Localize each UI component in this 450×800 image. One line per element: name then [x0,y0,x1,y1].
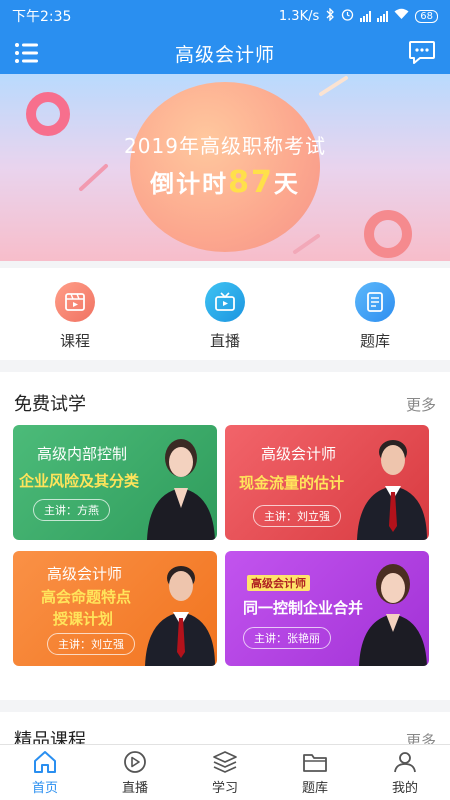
exam-countdown-banner[interactable]: 2019年高级职称考试 倒计时87天 [0,74,450,261]
shortcut-label: 课程 [59,332,90,350]
card-subtitle: 同一控制企业合并 [243,599,364,617]
shortcut-question-bank[interactable]: 题库 [300,268,450,360]
tab-label: 直播 [121,781,148,796]
decorative-pencil [319,76,348,96]
battery-icon: 68 [415,9,438,23]
tab-mine[interactable]: 我的 [360,745,450,800]
document-icon [355,282,395,322]
alarm-icon [341,8,354,25]
tab-home[interactable]: 首页 [0,745,90,800]
status-icons: 1.3K/s 68 [278,6,438,25]
card-lecturer: 主讲：刘立强 [47,633,135,655]
status-time: 下午2:35 [12,9,72,25]
card-title: 高级内部控制 [37,445,128,463]
tv-icon [205,282,245,322]
menu-list-icon [15,43,38,63]
card-title: 高级会计师 [47,565,123,583]
card-subtitle: 现金流量的估计 [239,474,345,492]
menu-button[interactable] [14,40,40,66]
bluetooth-icon [325,6,335,25]
course-card[interactable]: 高级会计师 高会命题特点 授课计划 主讲：刘立强 [13,551,217,666]
decorative-pencil [293,234,320,254]
decorative-ring [364,210,412,258]
tab-label: 题库 [301,781,328,796]
banner-exam-title: 2019年高级职称考试 [124,134,326,158]
page-title: 高级会计师 [174,43,275,66]
card-lecturer: 主讲：刘立强 [253,505,341,527]
chat-icon [409,41,435,64]
more-link[interactable]: 更多 [406,394,436,415]
course-card[interactable]: 高级会计师 现金流量的估计 主讲：刘立强 [225,425,429,540]
wifi-icon [394,8,409,24]
shortcut-live[interactable]: 直播 [150,268,300,360]
lecturer-photo [359,564,427,666]
section-title: 免费试学 [14,394,86,415]
course-card[interactable]: 高级会计师 同一控制企业合并 主讲：张艳丽 [225,551,429,666]
folder-icon [303,754,327,772]
banner-countdown: 倒计时87天 [0,164,450,200]
tab-live[interactable]: 直播 [90,745,180,800]
countdown-days: 87 [228,165,274,200]
card-lecturer: 主讲：张艳丽 [243,627,331,649]
tab-label: 学习 [211,781,238,796]
shortcut-label: 直播 [209,332,240,350]
free-trial-section: 免费试学 更多 高级内部控制 企业风险及其分类 主讲：方燕 高级会计师 现金流量… [0,372,450,700]
tab-label: 首页 [31,781,58,796]
signal-icon [360,10,372,22]
course-card[interactable]: 高级内部控制 企业风险及其分类 主讲：方燕 [13,425,217,540]
tab-label: 我的 [391,781,418,796]
shortcut-row: 课程 直播 题库 [0,268,450,360]
bottom-tab-bar: 首页 直播 学习 题库 我的 [0,744,450,800]
shortcut-label: 题库 [359,332,390,350]
layers-icon [213,751,237,773]
shortcut-course[interactable]: 课程 [0,268,150,360]
card-subtitle: 高会命题特点 [41,588,132,606]
app-header: 高级会计师 [0,32,450,74]
card-subtitle: 企业风险及其分类 [19,472,140,490]
card-lecturer: 主讲：方燕 [33,499,110,521]
lecturer-photo [145,566,215,666]
card-title: 高级会计师 [261,445,337,463]
card-title: 高级会计师 [247,575,310,591]
message-button[interactable] [408,39,436,65]
signal-icon-2 [377,10,389,22]
lecturer-photo [147,439,215,540]
lecturer-photo [357,440,427,540]
tab-question-bank[interactable]: 题库 [270,745,360,800]
tab-study[interactable]: 学习 [180,745,270,800]
home-icon [34,751,56,773]
play-icon [124,751,146,773]
film-icon [55,282,95,322]
countdown-suffix: 天 [273,170,300,198]
network-speed: 1.3K/s [278,8,320,24]
countdown-prefix: 倒计时 [150,170,229,198]
user-icon [394,752,416,773]
card-subtitle-line2: 授课计划 [53,610,114,628]
status-bar: 下午2:35 1.3K/s 68 [0,0,450,32]
